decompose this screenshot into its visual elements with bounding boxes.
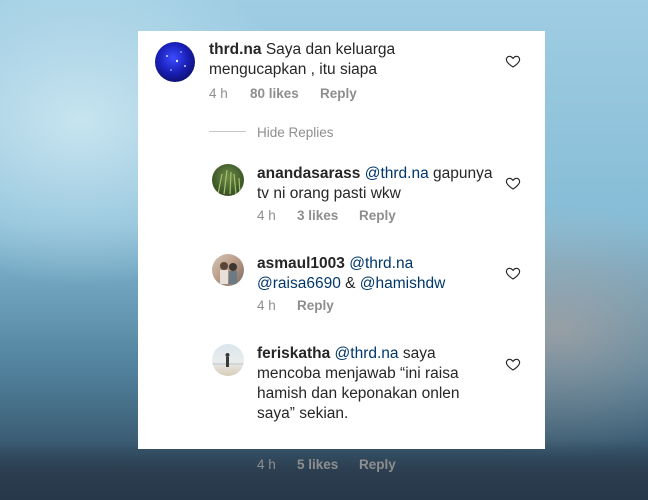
mention-link[interactable]: @thrd.na [365, 165, 429, 182]
heart-outline-icon[interactable] [505, 175, 521, 191]
comment-asmaul1003: asmaul1003 @thrd.na @raisa6690 & @hamish… [138, 241, 545, 321]
mention-link[interactable]: @thrd.na [335, 345, 399, 362]
username[interactable]: asmaul1003 [257, 255, 345, 272]
hide-replies-label[interactable]: Hide Replies [257, 125, 334, 140]
reply-button[interactable]: Reply [320, 86, 357, 101]
heart-outline-icon[interactable] [505, 356, 521, 372]
comment-anandasarass: anandasarass @thrd.na gapunya tv ni oran… [138, 151, 545, 231]
username[interactable]: anandasarass [257, 165, 360, 182]
mention-link[interactable]: @thrd.na [349, 255, 413, 272]
comment-meta: 4 h 5 likes Reply [257, 457, 457, 475]
mention-link[interactable]: @raisa6690 [257, 275, 341, 292]
comment-text: asmaul1003 @thrd.na @raisa6690 & @hamish… [257, 254, 497, 294]
likes-count[interactable]: 3 likes [297, 208, 338, 223]
likes-count[interactable]: 80 likes [250, 86, 299, 101]
likes-count[interactable]: 5 likes [297, 457, 338, 472]
mention-link[interactable]: @hamishdw [360, 275, 446, 292]
beach-photo-avatar-icon [212, 353, 244, 367]
comment-text: thrd.na Saya dan keluarga mengucapkan , … [209, 40, 489, 80]
avatar[interactable] [212, 254, 244, 286]
comment-meta: 4 h 80 likes Reply [209, 86, 409, 104]
avatar[interactable] [212, 344, 244, 376]
timestamp: 4 h [257, 457, 276, 472]
avatar[interactable] [212, 164, 244, 196]
comments-panel: thrd.na Saya dan keluarga mengucapkan , … [138, 31, 545, 472]
comment-thrd-na: thrd.na Saya dan keluarga mengucapkan , … [138, 31, 545, 111]
timestamp: 4 h [209, 86, 228, 101]
green-grass-avatar-icon [217, 169, 241, 195]
comment-feriskatha: feriskatha @thrd.na saya mencoba menjawa… [138, 331, 545, 472]
hide-replies[interactable]: Hide Replies [209, 125, 349, 143]
reply-button[interactable]: Reply [297, 298, 334, 313]
timestamp: 4 h [257, 208, 276, 223]
starry-blue-avatar-icon [166, 51, 186, 71]
couple-photo-avatar-icon [220, 262, 237, 284]
avatar[interactable] [155, 42, 195, 82]
comment-meta: 4 h Reply [257, 298, 457, 316]
timestamp: 4 h [257, 298, 276, 313]
comment-text: feriskatha @thrd.na saya mencoba menjawa… [257, 344, 482, 424]
comment-text: anandasarass @thrd.na gapunya tv ni oran… [257, 164, 497, 204]
comment-meta: 4 h 3 likes Reply [257, 208, 457, 226]
username[interactable]: feriskatha [257, 345, 330, 362]
username[interactable]: thrd.na [209, 41, 262, 58]
reply-button[interactable]: Reply [359, 457, 396, 472]
heart-outline-icon[interactable] [505, 265, 521, 281]
reply-button[interactable]: Reply [359, 208, 396, 223]
heart-outline-icon[interactable] [505, 53, 521, 69]
mention-joiner: & [345, 275, 356, 292]
